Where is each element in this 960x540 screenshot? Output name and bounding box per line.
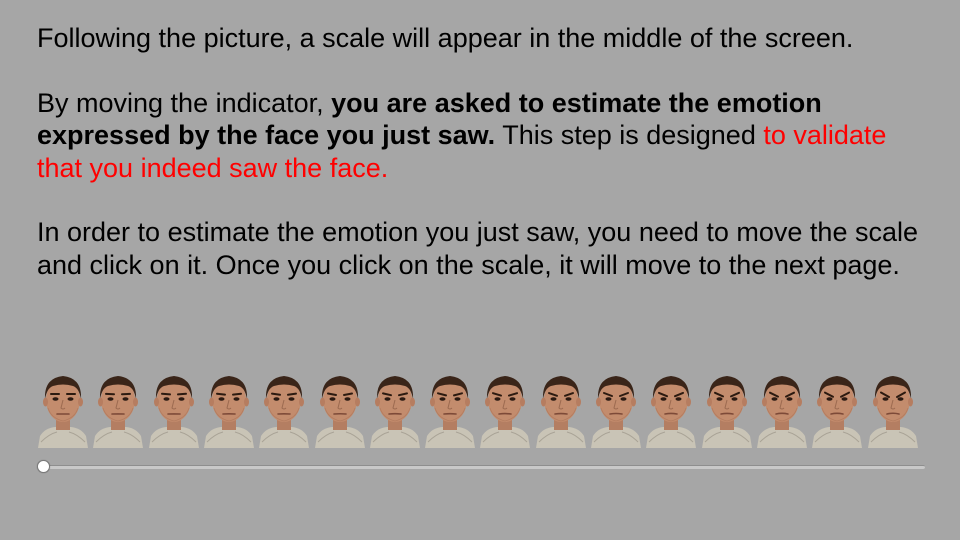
face-morph-icon [148, 372, 200, 448]
face-morph-icon [258, 372, 310, 448]
face-morph-icon [37, 372, 89, 448]
instructions-text: Following the picture, a scale will appe… [37, 22, 937, 313]
instruction-paragraph-3: In order to estimate the emotion you jus… [37, 217, 918, 280]
face-morph-icon [424, 372, 476, 448]
face-morph-icon [203, 372, 255, 448]
slider-track[interactable] [42, 465, 925, 469]
face-morph-icon [314, 372, 366, 448]
instruction-paragraph-2: By moving the indicator, you are asked t… [37, 87, 937, 185]
face-morph-icon [811, 372, 863, 448]
instruction-paragraph-2-start: By moving the indicator, [37, 87, 332, 118]
face-morph-icon [756, 372, 808, 448]
face-morph-icon [369, 372, 421, 448]
face-morph-icon [701, 372, 753, 448]
slider-indicator[interactable] [37, 460, 50, 473]
face-morph-strip [37, 372, 925, 448]
face-morph-icon [590, 372, 642, 448]
face-morph-icon [92, 372, 144, 448]
face-morph-icon [645, 372, 697, 448]
instruction-paragraph-2-mid: This step is designed [495, 120, 764, 150]
face-morph-icon [535, 372, 587, 448]
face-morph-icon [867, 372, 919, 448]
instruction-paragraph-1: Following the picture, a scale will appe… [37, 23, 854, 53]
emotion-scale-slider[interactable] [37, 458, 925, 476]
face-morph-icon [479, 372, 531, 448]
